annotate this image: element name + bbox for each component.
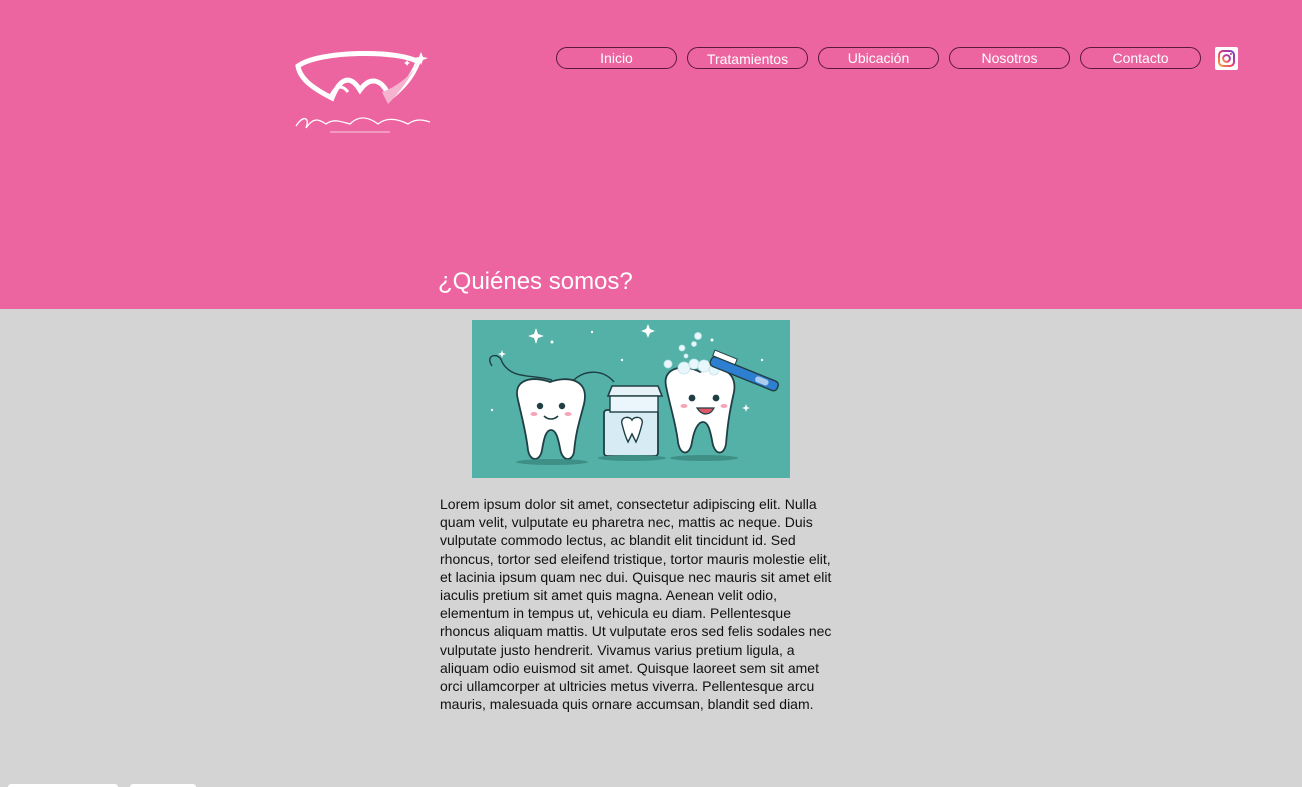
nav-ubicacion-button[interactable]: Ubicación [818, 47, 939, 69]
instagram-link[interactable] [1215, 47, 1238, 70]
brand-logo[interactable] [290, 48, 438, 138]
header: Inicio Tratamientos Ubicación Nosotros C… [0, 0, 1302, 309]
instagram-icon [1218, 50, 1235, 67]
tooth-logo-icon [295, 51, 431, 133]
nav-nosotros-button[interactable]: Nosotros [949, 47, 1070, 69]
main-nav: Inicio Tratamientos Ubicación Nosotros C… [556, 47, 1201, 69]
section-title: ¿Quiénes somos? [438, 268, 633, 295]
nav-inicio-button[interactable]: Inicio [556, 47, 677, 69]
page: Inicio Tratamientos Ubicación Nosotros C… [0, 0, 1302, 787]
about-paragraph: Lorem ipsum dolor sit amet, consectetur … [440, 496, 832, 713]
nav-contacto-button[interactable]: Contacto [1080, 47, 1201, 69]
nav-tratamientos-button[interactable]: Tratamientos [687, 47, 808, 69]
teeth-illustration [472, 320, 790, 478]
